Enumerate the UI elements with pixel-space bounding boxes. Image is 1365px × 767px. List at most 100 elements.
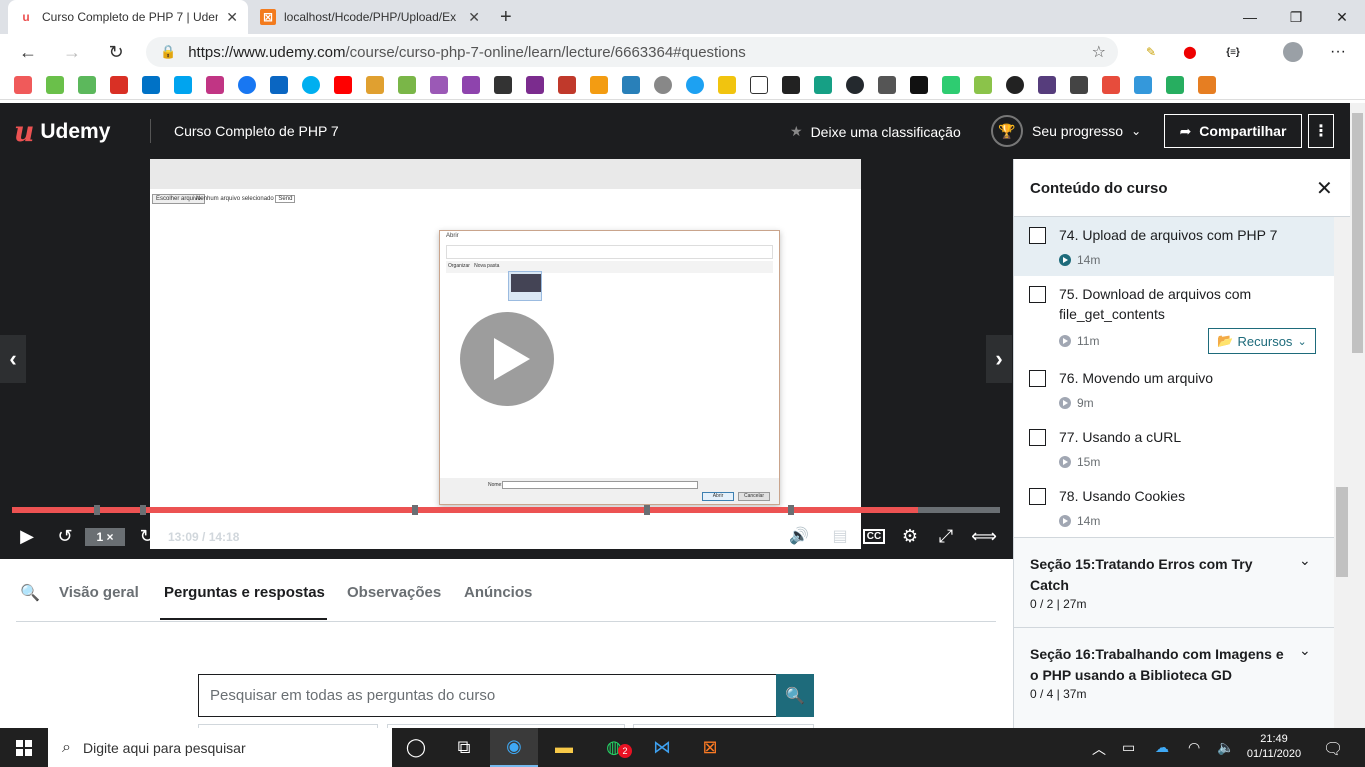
fullscreen-icon[interactable]: ⤢ [934,524,958,548]
progress-dropdown[interactable]: 🏆 Seu progresso ⌄ [991,115,1141,147]
share-button[interactable]: ➦ Compartilhar [1164,114,1302,148]
bookmark-icon[interactable] [1102,76,1120,94]
browser-menu-icon[interactable]: ··· [1325,39,1351,65]
linkedin-bookmark-icon[interactable] [270,76,288,94]
bookmark-icon[interactable] [1070,76,1088,94]
lecture-checkbox[interactable] [1029,370,1046,387]
wifi-icon[interactable]: ◠ [1188,739,1200,756]
bookmark-icon[interactable] [878,76,896,94]
cortana-icon[interactable]: ◯ [392,728,440,767]
volume-icon[interactable]: 🔊 [786,524,812,548]
bookmark-icon[interactable] [462,76,480,94]
lecture-item[interactable]: 76. Movendo um arquivo 9m [1014,360,1334,419]
lecture-checkbox[interactable] [1029,488,1046,505]
bootstrap-bookmark-icon[interactable] [1038,76,1056,94]
bookmark-icon[interactable] [78,76,96,94]
video-player[interactable]: Escolher arquivo Nenhum arquivo selecion… [0,159,1013,559]
bookmark-star-icon[interactable]: ☆ [1092,42,1106,62]
rate-course-button[interactable]: ★ Deixe uma classificação [790,123,961,140]
scrollbar-thumb[interactable] [1336,487,1348,577]
windows-start-button[interactable] [0,728,48,767]
rewind-icon[interactable]: ↺ [52,524,78,548]
github-bookmark-icon[interactable] [846,76,864,94]
bookmark-icon[interactable] [974,76,992,94]
youtube-bookmark-icon[interactable] [334,76,352,94]
bookmark-icon[interactable] [654,76,672,94]
new-tab-button[interactable]: + [490,0,520,34]
bookmark-icon[interactable] [1166,76,1184,94]
notifications-icon[interactable]: 🗨 [1323,739,1343,759]
bookmark-icon[interactable] [686,76,704,94]
expand-icon[interactable]: ⟺ [970,524,998,548]
whatsapp-icon[interactable]: ◍ 2 [590,728,638,767]
microsoft-bookmark-icon[interactable] [174,76,192,94]
qa-search-input[interactable]: Pesquisar em todas as perguntas do curso [198,674,776,717]
tab-announcements[interactable]: Anúncios [464,584,532,601]
settings-gear-icon[interactable]: ⚙ [898,524,922,548]
qa-search-button[interactable]: 🔍 [776,674,814,717]
lecture-item[interactable]: 77. Usando a cURL 15m [1014,419,1334,478]
close-sidebar-icon[interactable]: ✕ [1316,176,1333,201]
bookmark-icon[interactable] [366,76,384,94]
bookmark-icon[interactable] [750,76,768,94]
lecture-item[interactable]: 75. Download de arquivos com file_get_co… [1014,276,1334,360]
bookmark-icon[interactable] [1198,76,1216,94]
system-clock[interactable]: 21:49 01/11/2020 [1244,732,1304,762]
bookmark-icon[interactable] [46,76,64,94]
section-header[interactable]: Seção 15:Tratando Erros com Try Catch 0 … [1014,537,1334,627]
forward-icon[interactable]: → [58,38,86,66]
browser-tab-localhost[interactable]: ⊠ localhost/Hcode/PHP/Upload/Ex ✕ [250,0,490,34]
extension-key-icon[interactable]: ✎ [1138,39,1164,65]
json-extension-icon[interactable]: {≡} [1220,39,1246,65]
bookmark-icon[interactable] [910,76,928,94]
forward-icon[interactable]: ↻ [136,524,158,548]
tab-notes[interactable]: Observações [347,584,441,601]
bookmark-icon[interactable] [494,76,512,94]
back-icon[interactable]: ← [14,38,42,66]
resources-button[interactable]: 📂 Recursos ⌄ [1208,328,1316,354]
section-header[interactable]: Seção 16:Trabalhando com Imagens e o PHP… [1014,627,1334,729]
captions-icon[interactable]: CC [862,524,886,548]
xampp-icon[interactable]: ⊠ [686,728,734,767]
profile-avatar-icon[interactable] [1280,39,1306,65]
search-icon[interactable]: 🔍 [20,583,40,603]
play-overlay-button[interactable] [460,312,554,406]
lecture-checkbox[interactable] [1029,227,1046,244]
course-title[interactable]: Curso Completo de PHP 7 [174,123,339,139]
tab-overview[interactable]: Visão geral [59,584,139,601]
instagram-bookmark-icon[interactable] [206,76,224,94]
file-explorer-icon[interactable]: ▬ [540,728,588,767]
reload-icon[interactable]: ↻ [102,38,130,66]
bookmark-icon[interactable] [622,76,640,94]
volume-icon[interactable]: 🔈 [1217,739,1234,756]
bookmark-icon[interactable] [942,76,960,94]
bookmark-icon[interactable] [14,76,32,94]
facebook-bookmark-icon[interactable] [238,76,256,94]
skype-bookmark-icon[interactable] [302,76,320,94]
sidebar-scrollbar[interactable] [1334,217,1350,729]
lecture-item[interactable]: 78. Usando Cookies 14m [1014,478,1334,537]
next-lecture-icon[interactable]: › [986,335,1012,383]
bookmark-icon[interactable] [430,76,448,94]
bookmark-icon[interactable] [814,76,832,94]
onedrive-icon[interactable]: ☁ [1155,739,1169,756]
bookmark-icon[interactable] [1006,76,1024,94]
scrollbar-thumb[interactable] [1352,113,1363,353]
playback-speed-button[interactable]: 1 × [85,528,125,546]
udemy-logo[interactable]: u Udemy [14,115,110,148]
more-options-icon[interactable]: ⋮ [1308,114,1334,148]
previous-lecture-icon[interactable]: ‹ [0,335,26,383]
lecture-checkbox[interactable] [1029,429,1046,446]
play-icon[interactable]: ▶ [14,524,40,548]
opera-extension-icon[interactable]: ⬤ [1177,39,1203,65]
seek-bar[interactable] [12,505,1000,515]
vscode-icon[interactable]: ⋈ [638,728,686,767]
bookmark-icon[interactable] [1134,76,1152,94]
battery-icon[interactable]: ▭ [1122,739,1135,756]
bookmark-icon[interactable] [558,76,576,94]
page-scrollbar[interactable] [1350,103,1365,728]
bookmark-icon[interactable] [718,76,736,94]
bookmark-icon[interactable] [782,76,800,94]
close-window-icon[interactable]: ✕ [1319,0,1365,34]
lecture-item[interactable]: 74. Upload de arquivos com PHP 7 14m [1014,217,1334,276]
